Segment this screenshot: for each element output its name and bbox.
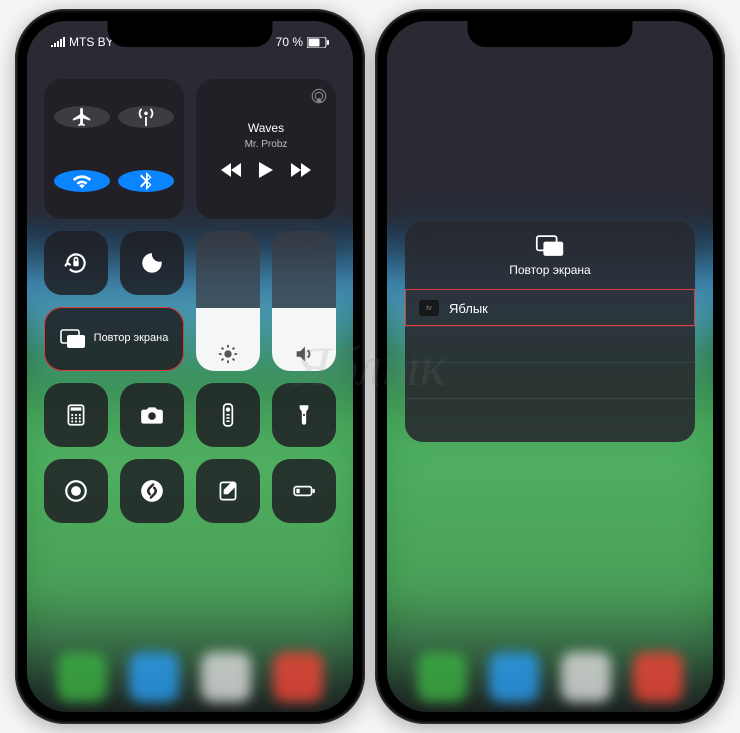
next-track-button[interactable] (291, 163, 311, 177)
play-button[interactable] (259, 162, 273, 178)
flashlight-icon (291, 402, 317, 428)
screen-record-button[interactable] (44, 459, 108, 523)
notch (468, 19, 633, 47)
iphone-left: MTS BY 70 % (15, 9, 365, 724)
airplay-device-label: Яблык (449, 301, 488, 316)
airplay-icon[interactable] (310, 87, 328, 105)
calculator-icon (63, 402, 89, 428)
picker-title: Повтор экрана (509, 263, 590, 277)
remote-button[interactable] (196, 383, 260, 447)
airplane-toggle[interactable] (54, 106, 110, 128)
screen-mirroring-picker: Повтор экрана tv Яблык (405, 221, 695, 442)
bluetooth-icon (135, 170, 157, 192)
shazam-button[interactable] (120, 459, 184, 523)
cellular-data-toggle[interactable] (118, 106, 174, 128)
notes-icon (215, 478, 241, 504)
notes-button[interactable] (196, 459, 260, 523)
wifi-toggle[interactable] (54, 170, 110, 192)
volume-slider[interactable] (272, 231, 336, 371)
screen: Повтор экрана tv Яблык (387, 21, 713, 712)
apple-tv-icon: tv (419, 300, 439, 316)
brightness-slider[interactable] (196, 231, 260, 371)
notch (108, 19, 273, 47)
carrier-label: MTS BY (69, 35, 114, 49)
screen: MTS BY 70 % (27, 21, 353, 712)
cellular-data-icon (135, 106, 157, 128)
screen-mirroring-icon (535, 235, 565, 257)
iphone-right: Повтор экрана tv Яблык (375, 9, 725, 724)
screen-mirroring-button[interactable]: Повтор экрана (44, 307, 184, 371)
bluetooth-toggle[interactable] (118, 170, 174, 192)
airplane-icon (71, 106, 93, 128)
brightness-icon (217, 343, 239, 365)
picker-empty-row (405, 326, 695, 362)
airplay-device-row[interactable]: tv Яблык (405, 289, 695, 326)
do-not-disturb-icon (139, 250, 165, 276)
low-power-icon (291, 478, 317, 504)
volume-icon (293, 343, 315, 365)
picker-empty-row (405, 362, 695, 398)
calculator-button[interactable] (44, 383, 108, 447)
orientation-lock-button[interactable] (44, 231, 108, 295)
battery-percent: 70 % (276, 35, 303, 49)
remote-icon (215, 402, 241, 428)
screen-mirroring-label: Повтор экрана (94, 332, 169, 345)
battery-icon (307, 37, 329, 48)
prev-track-button[interactable] (221, 163, 241, 177)
media-title: Waves (248, 121, 284, 135)
dock-blur (417, 652, 683, 702)
picker-empty-row (405, 398, 695, 434)
media-module[interactable]: Waves Mr. Probz (196, 79, 336, 219)
wifi-icon (71, 170, 93, 192)
orientation-lock-icon (63, 250, 89, 276)
screen-mirroring-icon (60, 329, 86, 349)
signal-icon (51, 37, 65, 47)
low-power-button[interactable] (272, 459, 336, 523)
control-center: Waves Mr. Probz (27, 21, 353, 712)
connectivity-module (44, 79, 184, 219)
camera-icon (139, 402, 165, 428)
screen-record-icon (63, 478, 89, 504)
shazam-icon (139, 478, 165, 504)
flashlight-button[interactable] (272, 383, 336, 447)
camera-button[interactable] (120, 383, 184, 447)
do-not-disturb-button[interactable] (120, 231, 184, 295)
media-artist: Mr. Probz (245, 139, 288, 150)
